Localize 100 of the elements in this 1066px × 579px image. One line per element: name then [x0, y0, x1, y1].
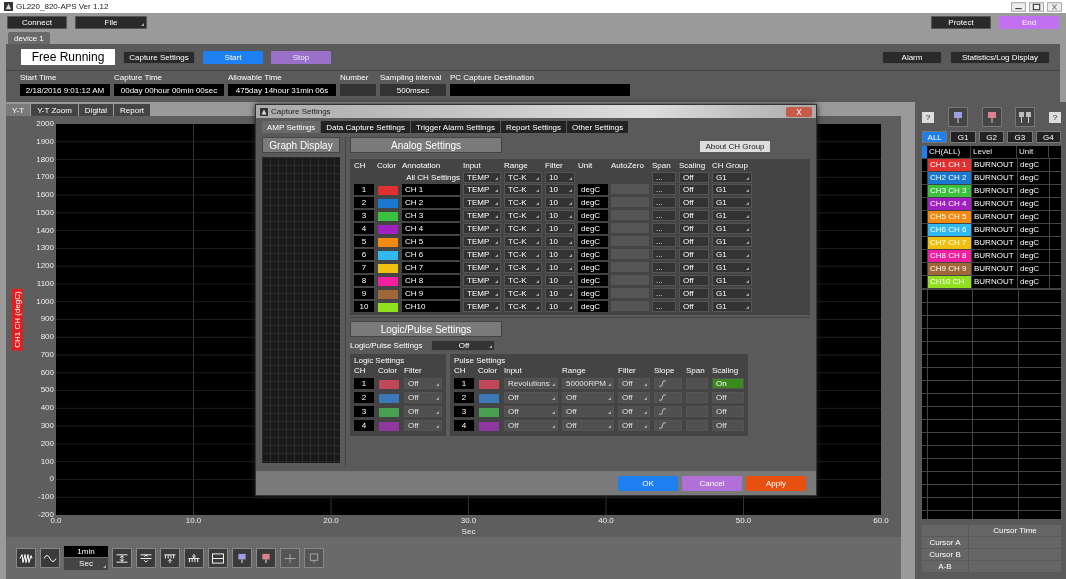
close-icon[interactable]: [786, 106, 812, 117]
annotation-field[interactable]: CH 6: [402, 249, 460, 260]
filter-dropdown[interactable]: 10: [545, 262, 575, 273]
device-tab[interactable]: device 1: [8, 32, 50, 44]
color-swatch[interactable]: [377, 263, 399, 274]
annotation-field[interactable]: CH 4: [402, 223, 460, 234]
filter-dropdown[interactable]: 10: [545, 210, 575, 221]
settings-tab[interactable]: AMP Settings: [262, 121, 321, 133]
unit-field[interactable]: degC: [578, 236, 608, 247]
range-dropdown[interactable]: TC-K: [504, 184, 542, 195]
group-dropdown[interactable]: G1: [712, 223, 752, 234]
tool-button[interactable]: [208, 548, 228, 568]
span-button[interactable]: ...: [652, 288, 676, 299]
input-dropdown[interactable]: TEMP: [463, 262, 501, 273]
color-swatch[interactable]: [377, 289, 399, 300]
protect-button[interactable]: Protect: [931, 16, 991, 29]
color-swatch[interactable]: [377, 250, 399, 261]
filter-dropdown[interactable]: 10: [545, 172, 575, 183]
scaling-toggle[interactable]: Off: [679, 249, 709, 260]
filter-dropdown[interactable]: 10: [545, 288, 575, 299]
range-dropdown[interactable]: TC-K: [504, 172, 542, 183]
span-button[interactable]: ...: [652, 275, 676, 286]
scaling-toggle[interactable]: Off: [679, 197, 709, 208]
scaling-toggle[interactable]: Off: [679, 172, 709, 183]
group-dropdown[interactable]: G1: [712, 184, 752, 195]
span-button[interactable]: ...: [652, 301, 676, 312]
range-dropdown[interactable]: TC-K: [504, 210, 542, 221]
view-tab[interactable]: Report: [114, 104, 151, 116]
input-dropdown[interactable]: TEMP: [463, 236, 501, 247]
filter-dropdown[interactable]: 10: [545, 236, 575, 247]
tool-button[interactable]: [40, 548, 60, 568]
input-dropdown[interactable]: TEMP: [463, 184, 501, 195]
annotation-field[interactable]: CH 7: [402, 262, 460, 273]
color-swatch[interactable]: [377, 276, 399, 287]
about-ch-group-button[interactable]: About CH Group: [700, 141, 770, 152]
apply-button[interactable]: Apply: [746, 475, 806, 491]
unit-dropdown[interactable]: Sec: [64, 558, 108, 570]
file-dropdown[interactable]: File: [75, 16, 147, 29]
input-dropdown[interactable]: TEMP: [463, 275, 501, 286]
input-dropdown[interactable]: TEMP: [463, 197, 501, 208]
color-swatch[interactable]: [377, 224, 399, 235]
scaling-toggle[interactable]: Off: [679, 275, 709, 286]
filter-dropdown[interactable]: 10: [545, 275, 575, 286]
tool-button[interactable]: [232, 548, 252, 568]
input-dropdown[interactable]: TEMP: [463, 223, 501, 234]
scaling-toggle[interactable]: Off: [679, 301, 709, 312]
input-dropdown[interactable]: TEMP: [463, 288, 501, 299]
group-dropdown[interactable]: G1: [712, 262, 752, 273]
range-dropdown[interactable]: TC-K: [504, 197, 542, 208]
group-tab[interactable]: G2: [978, 131, 1005, 143]
group-tab[interactable]: G1: [950, 131, 976, 143]
unit-field[interactable]: degC: [578, 184, 608, 195]
input-dropdown[interactable]: TEMP: [463, 301, 501, 312]
scaling-toggle[interactable]: Off: [679, 288, 709, 299]
unit-field[interactable]: degC: [578, 223, 608, 234]
range-dropdown[interactable]: TC-K: [504, 249, 542, 260]
span-button[interactable]: ...: [652, 210, 676, 221]
range-dropdown[interactable]: TC-K: [504, 288, 542, 299]
tool-button[interactable]: [1015, 107, 1036, 127]
help-button[interactable]: ?: [1049, 111, 1061, 123]
input-dropdown[interactable]: TEMP: [463, 249, 501, 260]
filter-dropdown[interactable]: 10: [545, 197, 575, 208]
group-dropdown[interactable]: G1: [712, 236, 752, 247]
annotation-field[interactable]: CH 9: [402, 288, 460, 299]
group-dropdown[interactable]: G1: [712, 301, 752, 312]
unit-field[interactable]: degC: [578, 301, 608, 312]
minimize-icon[interactable]: [1011, 1, 1026, 12]
selection-marker[interactable]: [922, 146, 927, 158]
slope-button[interactable]: [654, 406, 682, 417]
group-dropdown[interactable]: G1: [712, 172, 752, 183]
group-dropdown[interactable]: G1: [712, 288, 752, 299]
range-dropdown[interactable]: TC-K: [504, 236, 542, 247]
maximize-icon[interactable]: [1029, 1, 1044, 12]
logic-pulse-dropdown[interactable]: Off: [430, 340, 495, 351]
input-dropdown[interactable]: TEMP: [463, 210, 501, 221]
color-swatch[interactable]: [377, 211, 399, 222]
tool-button[interactable]: [136, 548, 156, 568]
filter-dropdown[interactable]: 10: [545, 223, 575, 234]
group-dropdown[interactable]: G1: [712, 210, 752, 221]
tool-button[interactable]: [112, 548, 132, 568]
span-button[interactable]: ...: [652, 236, 676, 247]
view-tab[interactable]: Y-T Zoom: [31, 104, 78, 116]
tool-button[interactable]: [160, 548, 180, 568]
unit-field[interactable]: degC: [578, 262, 608, 273]
annotation-field[interactable]: CH 3: [402, 210, 460, 221]
span-button[interactable]: ...: [652, 262, 676, 273]
view-tab[interactable]: Digital: [78, 104, 114, 116]
statistics-button[interactable]: Statistics/Log Display: [950, 50, 1050, 64]
group-dropdown[interactable]: G1: [712, 275, 752, 286]
group-tab[interactable]: G3: [1007, 131, 1033, 143]
range-dropdown[interactable]: TC-K: [504, 275, 542, 286]
annotation-field[interactable]: CH 8: [402, 275, 460, 286]
tool-button[interactable]: [16, 548, 36, 568]
unit-field[interactable]: degC: [578, 275, 608, 286]
scaling-toggle[interactable]: Off: [679, 223, 709, 234]
color-swatch[interactable]: [377, 185, 399, 196]
settings-tab[interactable]: Other Settings: [567, 121, 629, 133]
range-dropdown[interactable]: TC-K: [504, 301, 542, 312]
span-button[interactable]: ...: [652, 223, 676, 234]
color-swatch[interactable]: [377, 237, 399, 248]
